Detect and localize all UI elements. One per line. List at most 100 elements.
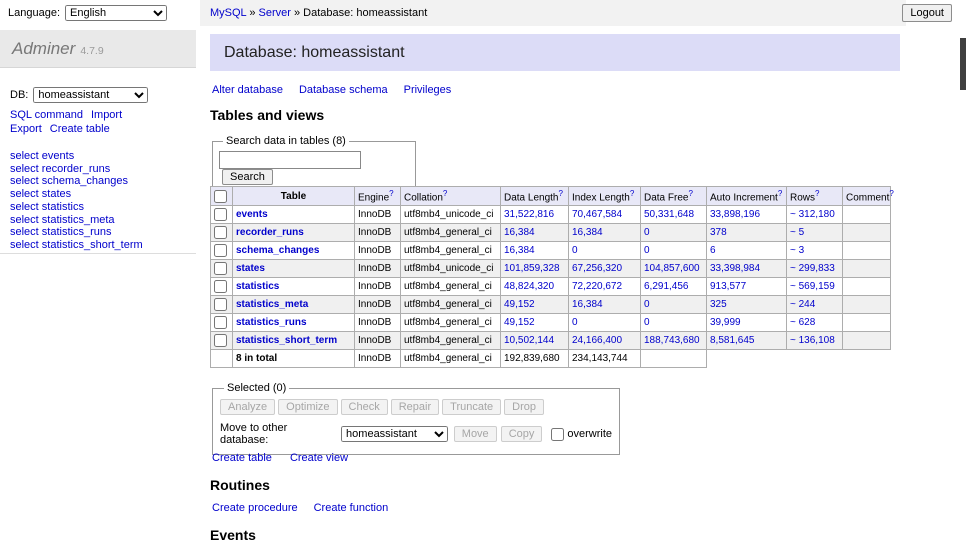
row-checkbox[interactable] <box>214 262 227 275</box>
table-link-schema-changes[interactable]: schema_changes <box>236 245 319 256</box>
move-button[interactable]: Move <box>454 426 497 442</box>
cell-auto_increment-link[interactable]: 325 <box>710 299 727 310</box>
cell-data_free-link[interactable]: 50,331,648 <box>644 209 694 220</box>
sidebar-link-sql-command[interactable]: SQL command <box>10 109 83 121</box>
table-link-statistics-short-term[interactable]: statistics_short_term <box>236 335 337 346</box>
action-link-alter-database[interactable]: Alter database <box>212 84 283 96</box>
sidebar-link-import[interactable]: Import <box>91 109 122 121</box>
sidebar-table-link-select-recorder-runs[interactable]: select recorder_runs <box>10 163 143 176</box>
cell-rows-link[interactable]: ~ 3 <box>790 245 804 256</box>
action-link-database-schema[interactable]: Database schema <box>299 84 388 96</box>
cell-rows-link[interactable]: ~ 628 <box>790 317 815 328</box>
cell-auto_increment-link[interactable]: 8,581,645 <box>710 335 755 346</box>
copy-button[interactable]: Copy <box>501 426 543 442</box>
sidebar-table-link-select-statistics-runs[interactable]: select statistics_runs <box>10 226 143 239</box>
cell-auto_increment-link[interactable]: 378 <box>710 227 727 238</box>
cell-data_length-link[interactable]: 10,502,144 <box>504 335 554 346</box>
breadcrumb-link-server[interactable]: Server <box>259 7 291 19</box>
check-button[interactable]: Check <box>341 399 388 415</box>
action-link-privileges[interactable]: Privileges <box>404 84 452 96</box>
scrollbar-thumb[interactable] <box>960 38 966 90</box>
row-checkbox[interactable] <box>214 316 227 329</box>
link-create-procedure[interactable]: Create procedure <box>212 502 298 514</box>
help-collation-link[interactable]: ? <box>443 189 447 198</box>
sidebar-table-link-select-statistics-short-term[interactable]: select statistics_short_term <box>10 239 143 252</box>
cell-auto_increment-link[interactable]: 33,898,196 <box>710 209 760 220</box>
cell-rows-link[interactable]: ~ 5 <box>790 227 804 238</box>
language-select[interactable]: English <box>65 5 167 21</box>
sidebar-table-link-select-statistics-meta[interactable]: select statistics_meta <box>10 214 143 227</box>
help-data-free-link[interactable]: ? <box>688 189 692 198</box>
sidebar-table-link-select-states[interactable]: select states <box>10 188 143 201</box>
cell-data_length-link[interactable]: 49,152 <box>504 299 535 310</box>
table-link-statistics-runs[interactable]: statistics_runs <box>236 317 307 328</box>
help-data-length-link[interactable]: ? <box>559 189 563 198</box>
sidebar-link-export[interactable]: Export <box>10 123 42 135</box>
overwrite-checkbox[interactable] <box>551 428 564 441</box>
cell-rows-link[interactable]: ~ 569,159 <box>790 281 835 292</box>
truncate-button[interactable]: Truncate <box>442 399 501 415</box>
cell-data_length-link[interactable]: 49,152 <box>504 317 535 328</box>
logout-button[interactable]: Logout <box>902 4 952 22</box>
repair-button[interactable]: Repair <box>391 399 439 415</box>
cell-index_length-link[interactable]: 16,384 <box>572 227 603 238</box>
cell-data_free-link[interactable]: 0 <box>644 227 650 238</box>
cell-data_length-link[interactable]: 101,859,328 <box>504 263 560 274</box>
cell-data_free-link[interactable]: 0 <box>644 245 650 256</box>
breadcrumb-link-mysql[interactable]: MySQL <box>210 7 246 19</box>
search-input[interactable] <box>219 151 361 169</box>
search-button[interactable]: Search <box>222 169 273 185</box>
table-link-recorder-runs[interactable]: recorder_runs <box>236 227 304 238</box>
db-select[interactable]: homeassistant <box>33 87 148 103</box>
help-index-length-link[interactable]: ? <box>630 189 634 198</box>
cell-index_length-link[interactable]: 67,256,320 <box>572 263 622 274</box>
help-engine-link[interactable]: ? <box>389 189 393 198</box>
link-create-function[interactable]: Create function <box>314 502 389 514</box>
optimize-button[interactable]: Optimize <box>278 399 337 415</box>
cell-index_length-link[interactable]: 0 <box>572 317 578 328</box>
sidebar-table-link-select-schema-changes[interactable]: select schema_changes <box>10 175 143 188</box>
move-db-select[interactable]: homeassistant <box>341 426 448 442</box>
cell-auto_increment-link[interactable]: 6 <box>710 245 716 256</box>
cell-rows-link[interactable]: ~ 299,833 <box>790 263 835 274</box>
cell-rows-link[interactable]: ~ 136,108 <box>790 335 835 346</box>
table-link-events[interactable]: events <box>236 209 268 220</box>
cell-index_length-link[interactable]: 70,467,584 <box>572 209 622 220</box>
drop-button[interactable]: Drop <box>504 399 544 415</box>
sidebar-link-create-table[interactable]: Create table <box>50 123 110 135</box>
row-checkbox[interactable] <box>214 244 227 257</box>
cell-data_length-link[interactable]: 31,522,816 <box>504 209 554 220</box>
sidebar-table-link-select-statistics[interactable]: select statistics <box>10 201 143 214</box>
help-auto-increment-link[interactable]: ? <box>778 189 782 198</box>
cell-auto_increment-link[interactable]: 913,577 <box>710 281 746 292</box>
cell-index_length-link[interactable]: 24,166,400 <box>572 335 622 346</box>
cell-auto_increment-link[interactable]: 39,999 <box>710 317 741 328</box>
link-create-view[interactable]: Create view <box>290 452 348 464</box>
cell-data_length-link[interactable]: 16,384 <box>504 227 535 238</box>
row-checkbox[interactable] <box>214 298 227 311</box>
cell-auto_increment-link[interactable]: 33,398,984 <box>710 263 760 274</box>
link-create-table[interactable]: Create table <box>212 452 272 464</box>
row-checkbox[interactable] <box>214 280 227 293</box>
cell-rows-link[interactable]: ~ 244 <box>790 299 815 310</box>
sidebar-table-link-select-events[interactable]: select events <box>10 150 143 163</box>
analyze-button[interactable]: Analyze <box>220 399 275 415</box>
row-checkbox[interactable] <box>214 208 227 221</box>
table-link-statistics-meta[interactable]: statistics_meta <box>236 299 308 310</box>
cell-index_length-link[interactable]: 0 <box>572 245 578 256</box>
cell-index_length-link[interactable]: 72,220,672 <box>572 281 622 292</box>
cell-data_length-link[interactable]: 48,824,320 <box>504 281 554 292</box>
cell-data_free-link[interactable]: 6,291,456 <box>644 281 689 292</box>
row-checkbox[interactable] <box>214 334 227 347</box>
table-link-states[interactable]: states <box>236 263 265 274</box>
select-all-checkbox[interactable] <box>214 190 227 203</box>
cell-data_free-link[interactable]: 188,743,680 <box>644 335 700 346</box>
cell-data_free-link[interactable]: 0 <box>644 317 650 328</box>
cell-data_free-link[interactable]: 104,857,600 <box>644 263 700 274</box>
cell-rows-link[interactable]: ~ 312,180 <box>790 209 835 220</box>
row-checkbox[interactable] <box>214 226 227 239</box>
cell-data_free-link[interactable]: 0 <box>644 299 650 310</box>
adminer-logo-link[interactable]: Adminer <box>12 39 75 59</box>
table-link-statistics[interactable]: statistics <box>236 281 279 292</box>
cell-data_length-link[interactable]: 16,384 <box>504 245 535 256</box>
